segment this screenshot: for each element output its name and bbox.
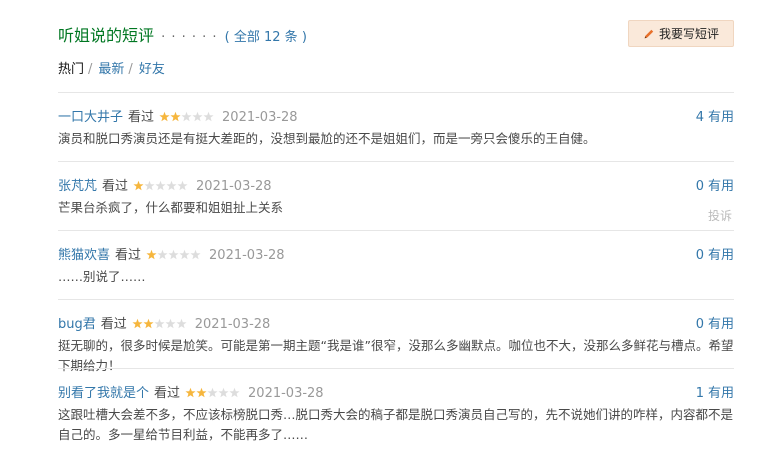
rating-stars bbox=[132, 318, 187, 329]
useful-label: 有用 bbox=[707, 110, 734, 125]
star-icon bbox=[218, 387, 229, 398]
watched-label: 看过 bbox=[102, 179, 129, 194]
useful-vote-button[interactable]: 1 有用 bbox=[696, 386, 734, 402]
star-icon bbox=[168, 249, 179, 260]
star-icon bbox=[157, 249, 168, 260]
star-icon bbox=[192, 111, 203, 122]
comment-author[interactable]: 张芃芃 bbox=[58, 179, 97, 194]
star-icon bbox=[190, 249, 201, 260]
watched-label: 看过 bbox=[128, 110, 155, 125]
comment-content: 演员和脱口秀演员还是有挺大差距的，没想到最尬的还不是姐姐们，而是一旁只会傻乐的王… bbox=[58, 131, 596, 146]
comment-author[interactable]: bug君 bbox=[58, 317, 96, 332]
star-icon bbox=[132, 318, 143, 329]
useful-label: 有用 bbox=[707, 317, 734, 332]
star-icon bbox=[207, 387, 218, 398]
comment-author[interactable]: 一口大井子 bbox=[58, 110, 123, 125]
star-icon bbox=[185, 387, 196, 398]
star-icon bbox=[203, 111, 214, 122]
comment-content: 芒果台杀疯了，什么都要和姐姐扯上关系 bbox=[58, 200, 284, 215]
star-icon bbox=[133, 180, 144, 191]
star-icon bbox=[170, 111, 181, 122]
sort-tabs: 热门 / 最新 / 好友 bbox=[58, 58, 165, 77]
watched-label: 看过 bbox=[154, 386, 181, 401]
rating-stars bbox=[185, 387, 240, 398]
report-link[interactable]: 投诉 bbox=[708, 207, 732, 224]
comment-author[interactable]: 别看了我就是个 bbox=[58, 386, 149, 401]
star-icon bbox=[229, 387, 240, 398]
rating-stars bbox=[146, 249, 201, 260]
comment-item: 别看了我就是个 看过 2021-03-28 1 有用这跟吐槽大会差不多，不应该标榜脱口秀… bbox=[58, 368, 734, 448]
useful-vote-button[interactable]: 0 有用 bbox=[696, 317, 734, 333]
comment-content: 这跟吐槽大会差不多，不应该标榜脱口秀…脱口秀大会的稿子都是脱口秀演员自己写的，先… bbox=[58, 407, 734, 442]
star-icon bbox=[166, 180, 177, 191]
rating-stars bbox=[159, 111, 214, 122]
comment-date: 2021-03-28 bbox=[248, 386, 324, 401]
comment-date: 2021-03-28 bbox=[222, 110, 298, 125]
comment-content: ……别说了…… bbox=[58, 269, 146, 284]
star-icon bbox=[179, 249, 190, 260]
star-icon bbox=[154, 318, 165, 329]
write-review-button[interactable]: 我要写短评 bbox=[628, 20, 734, 47]
watched-label: 看过 bbox=[100, 317, 127, 332]
comment-date: 2021-03-28 bbox=[209, 248, 285, 263]
comment-date: 2021-03-28 bbox=[194, 317, 271, 332]
star-icon bbox=[146, 249, 157, 260]
comment-item: 熊猫欢喜 看过 2021-03-28 0 有用 ……别说了…… bbox=[58, 230, 734, 299]
all-comments-link[interactable]: ( 全部 12 条 ) bbox=[225, 30, 307, 45]
star-icon bbox=[196, 387, 207, 398]
title-dots: · · · · · · bbox=[161, 30, 218, 45]
useful-count: 0 bbox=[695, 317, 704, 332]
comment-date: 2021-03-28 bbox=[196, 179, 272, 194]
pencil-icon bbox=[644, 29, 654, 38]
useful-label: 有用 bbox=[707, 179, 734, 194]
useful-label: 有用 bbox=[707, 386, 734, 401]
tab-friends[interactable]: 好友 bbox=[139, 62, 165, 77]
useful-vote-button[interactable]: 0 有用 bbox=[696, 248, 734, 264]
write-review-label: 我要写短评 bbox=[658, 27, 719, 41]
tab-separator: / bbox=[128, 62, 133, 77]
comment-list: 一口大井子 看过 2021-03-28 4 有用 演员和脱口秀演员还是有挺大差距的，没想到… bbox=[58, 92, 734, 448]
star-icon bbox=[144, 180, 155, 191]
section-title-text: 听姐说的短评 bbox=[58, 26, 155, 45]
section-title: 听姐说的短评 · · · · · · ( 全部 12 条 ) bbox=[58, 22, 307, 46]
useful-count: 0 bbox=[695, 248, 704, 263]
tab-hot[interactable]: 热门 bbox=[58, 62, 84, 77]
useful-count: 0 bbox=[695, 179, 704, 194]
watched-label: 看过 bbox=[115, 248, 142, 263]
star-icon bbox=[181, 111, 192, 122]
star-icon bbox=[176, 318, 187, 329]
comment-author[interactable]: 熊猫欢喜 bbox=[58, 248, 110, 263]
useful-vote-button[interactable]: 4 有用 bbox=[696, 110, 734, 126]
section-header: 听姐说的短评 · · · · · · ( 全部 12 条 ) 我要写短评 热门 /… bbox=[58, 0, 734, 77]
useful-label: 有用 bbox=[707, 248, 734, 263]
star-icon bbox=[165, 318, 176, 329]
tab-latest[interactable]: 最新 bbox=[98, 62, 124, 77]
useful-vote-button[interactable]: 0 有用 bbox=[696, 179, 734, 195]
comment-item: 一口大井子 看过 2021-03-28 4 有用演员和脱口秀演员还是有挺大差距的，没想到… bbox=[58, 92, 734, 161]
comment-meta: 熊猫欢喜 看过 2021-03-28 bbox=[58, 248, 285, 264]
useful-count: 1 bbox=[695, 386, 704, 401]
comment-meta: bug君 看过 2021-03-28 bbox=[58, 317, 270, 333]
comment-item: 张芃芃 看过 2021-03-28 0 有用芒果台杀疯了，什么都要和姐姐扯上关系 投诉 bbox=[58, 161, 734, 230]
star-icon bbox=[177, 180, 188, 191]
star-icon bbox=[143, 318, 154, 329]
comment-meta: 一口大井子 看过 2021-03-28 bbox=[58, 110, 298, 126]
comment-item: bug君 看过 2021-03-28 0 有用 挺无聊的，很多时候是尬笑。可能是第一期主题… bbox=[58, 299, 734, 373]
useful-count: 4 bbox=[695, 110, 704, 125]
comments-section: 听姐说的短评 · · · · · · ( 全部 12 条 ) 我要写短评 热门 /… bbox=[58, 0, 734, 442]
star-icon bbox=[159, 111, 170, 122]
tab-separator: / bbox=[88, 62, 93, 77]
comment-meta: 别看了我就是个 看过 2021-03-28 bbox=[58, 386, 324, 402]
star-icon bbox=[155, 180, 166, 191]
rating-stars bbox=[133, 180, 188, 191]
comment-meta: 张芃芃 看过 2021-03-28 bbox=[58, 179, 272, 195]
